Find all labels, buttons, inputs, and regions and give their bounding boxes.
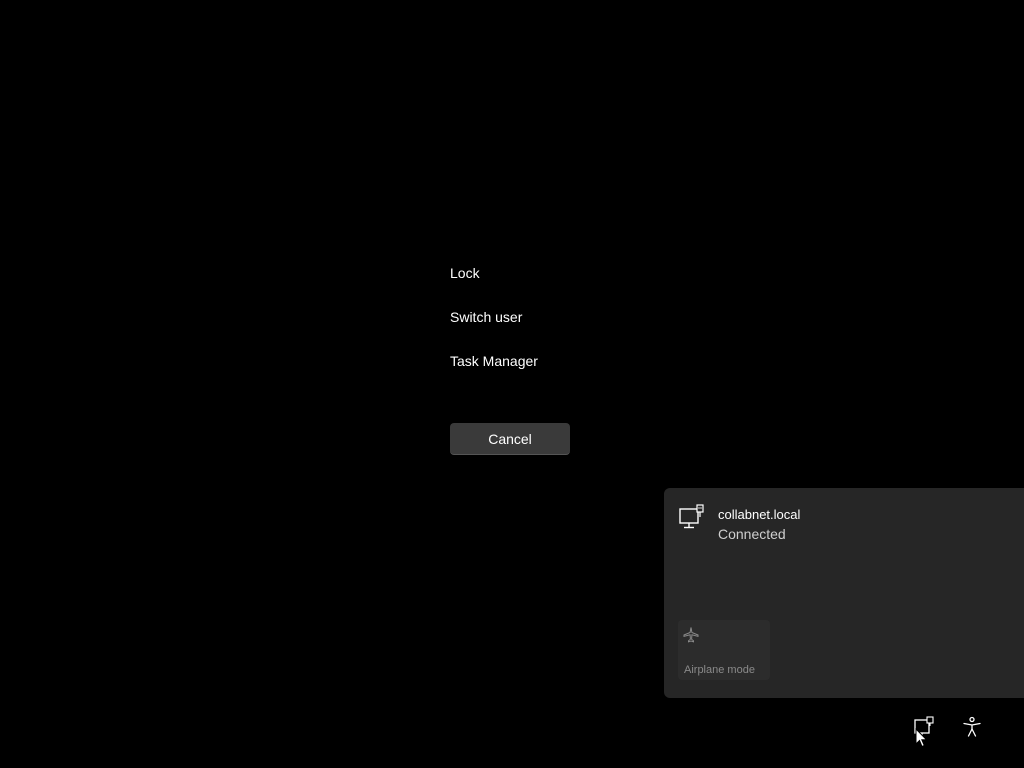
wired-network-icon — [679, 504, 704, 529]
lock-option[interactable]: Lock — [450, 264, 480, 282]
network-status: Connected — [718, 526, 786, 542]
secure-screen: Lock Switch user Task Manager Cancel col… — [0, 0, 1024, 768]
task-manager-option[interactable]: Task Manager — [450, 352, 538, 370]
airplane-mode-toggle[interactable]: Airplane mode — [678, 620, 770, 680]
airplane-mode-label: Airplane mode — [684, 664, 755, 676]
airplane-icon — [683, 627, 699, 643]
network-entry[interactable]: collabnet.local Connected — [678, 502, 998, 546]
switch-user-option[interactable]: Switch user — [450, 308, 522, 326]
network-flyout: collabnet.local Connected Airplane mode — [664, 488, 1024, 698]
cancel-button[interactable]: Cancel — [450, 423, 570, 455]
mouse-pointer-icon — [915, 728, 928, 748]
network-name: collabnet.local — [718, 507, 801, 522]
accessibility-icon[interactable] — [960, 715, 984, 739]
